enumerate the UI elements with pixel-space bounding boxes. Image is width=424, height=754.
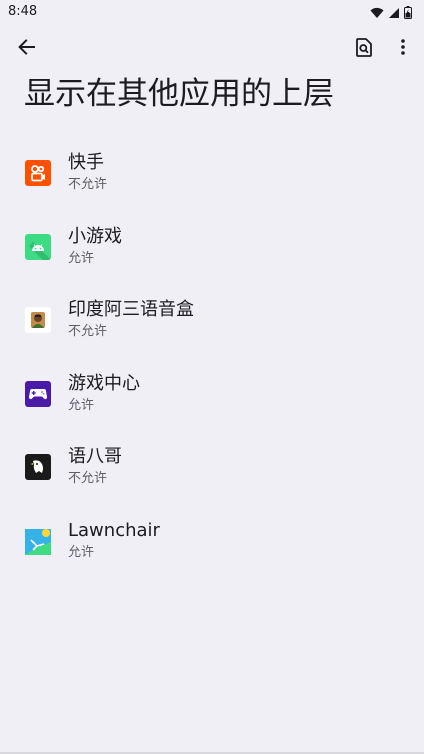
app-name: 快手 [68, 152, 104, 173]
app-permission-status: 不允许 [68, 177, 108, 192]
app-row-lawnchair[interactable]: Lawnchair 允许 [0, 504, 424, 578]
app-list: 快手 不允许 小游戏 允许 印度阿三语音盒 不允许 游戏中心 允许 语八哥 不允… [0, 136, 424, 578]
wifi-icon [370, 4, 384, 23]
gamepad-icon [25, 380, 51, 407]
more-vert-icon [401, 39, 405, 59]
app-name: 语八哥 [68, 446, 122, 468]
app-permission-status: 允许 [68, 250, 95, 266]
app-name: 游戏中心 [68, 372, 140, 394]
app-row-voice-box[interactable]: 印度阿三语音盒 不允许 [0, 283, 424, 357]
battery-icon [404, 4, 412, 23]
app-name: 小游戏 [68, 225, 122, 247]
arrow-back-icon [18, 38, 36, 60]
bird-icon [25, 454, 51, 481]
app-permission-status: 允许 [68, 544, 95, 560]
portrait-icon [25, 307, 51, 334]
app-name: 印度阿三语音盒 [68, 299, 194, 321]
status-icons [370, 4, 412, 23]
android-icon [25, 233, 51, 260]
app-permission-status: 不允许 [68, 324, 108, 340]
search-button[interactable] [347, 32, 381, 66]
app-row-yubage[interactable]: 语八哥 不允许 [0, 430, 424, 504]
search-in-page-icon [356, 37, 372, 61]
back-button[interactable] [10, 32, 44, 66]
app-row-mini-game[interactable]: 小游戏 允许 [0, 210, 424, 284]
app-permission-status: 不允许 [68, 471, 108, 487]
app-name: Lawnchair [68, 519, 160, 541]
status-bar: 8:48 [0, 0, 424, 24]
signal-icon [388, 4, 400, 23]
more-options-button[interactable] [386, 32, 420, 66]
page-title: 显示在其他应用的上层 [24, 76, 334, 112]
lawnchair-icon [25, 528, 51, 555]
kuaishou-icon [25, 160, 51, 186]
status-time: 8:48 [8, 4, 38, 19]
app-row-game-center[interactable]: 游戏中心 允许 [0, 357, 424, 431]
toolbar [0, 28, 424, 70]
app-row-kuaishou[interactable]: 快手 不允许 [0, 136, 424, 210]
app-permission-status: 允许 [68, 397, 95, 413]
